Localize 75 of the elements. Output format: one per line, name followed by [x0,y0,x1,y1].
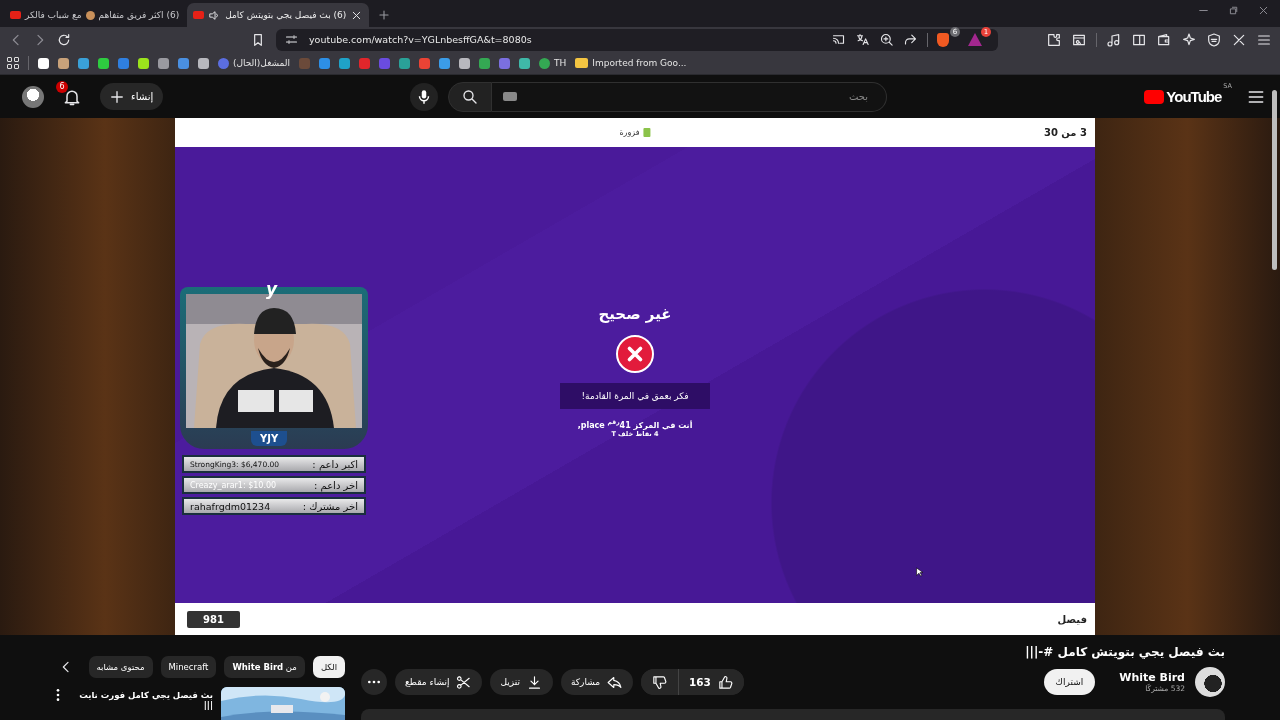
filter-chip[interactable]: الكل [312,656,345,678]
channel-avatar-icon[interactable] [1195,667,1225,697]
translate-icon[interactable] [855,32,870,47]
zoom-icon[interactable] [879,32,894,47]
tab-title: مع شباب فالكر [25,10,82,20]
notification-count: 6 [56,80,68,93]
tab-title: (6) بث فيصل يجي بتويتش كامل [225,10,347,20]
url-text: youtube.com/watch?v=YGLnbesffGA&t=8080s [309,34,532,45]
related-video-title[interactable]: بث فيصل يجي كامل فورت نايت ||| [74,690,213,710]
music-icon[interactable] [1106,31,1122,48]
search-field[interactable]: بحث [492,81,887,112]
site-settings-icon[interactable] [284,32,299,47]
avatar-icon[interactable] [22,85,44,108]
close-icon[interactable] [1257,4,1270,17]
subscribe-button[interactable]: اشتراك [1043,669,1096,695]
browser-tab[interactable]: (6) اكثر فريق متفاهم مع شباب فالكر [4,3,186,27]
sparkle-icon[interactable] [1181,31,1197,48]
question-type: فزورة [619,128,640,137]
apps-grid-icon[interactable] [7,57,19,69]
browser-tab[interactable]: (6) بث فيصل يجي بتويتش كامل [187,3,370,27]
more-button[interactable] [361,669,387,695]
bookmark-icon[interactable] [58,57,69,69]
overlay-logo: y [266,279,278,299]
stat-label: اخر داعم : [313,479,358,491]
keyboard-icon[interactable] [503,91,517,101]
cookie-icon [85,10,95,20]
thumbs-up-icon [716,673,734,691]
thumbs-down-icon [651,673,668,691]
youtube-play-icon [1144,89,1165,104]
overlay-banner: YJY [251,431,288,446]
question-counter: 3 من 30 [1043,127,1087,138]
youtube-favicon-icon [10,11,21,19]
result-title: غير صحيح [598,305,672,323]
filter-chip[interactable]: Minecraft [160,656,217,678]
channel-name[interactable]: White Bird [1119,671,1185,684]
stat-value: rahafrgdm01234 [190,500,271,512]
score-badge: 981 [187,610,240,628]
new-tab-icon[interactable] [377,8,392,22]
scissors-icon [455,673,473,691]
bookmark-icon[interactable] [198,57,209,69]
voice-search-button[interactable] [410,82,438,111]
search-icon [461,87,479,106]
feedback-message: فكر بعمق في المرة القادمة! [559,383,711,409]
shield-icon[interactable] [1206,31,1222,48]
share-button[interactable]: مشاركة [560,669,633,695]
bookmark-icon[interactable] [98,57,109,69]
video-title: بث فيصل يجي بتويتش كامل #-||| [1024,645,1225,659]
bookmark-icon[interactable] [519,57,530,69]
like-button[interactable]: 163 [678,669,744,695]
tab-title: (6) اكثر فريق متفاهم [98,10,180,20]
filter-chip[interactable]: محتوى مشابه [88,656,153,678]
player-name: فيصل [1057,613,1087,625]
scrollbar[interactable] [1272,90,1277,270]
create-button[interactable]: إنشاء [100,83,164,110]
clip-button[interactable]: إنشاء مقطع [395,669,483,695]
extensions-icon[interactable] [1046,31,1062,48]
search-button[interactable] [448,81,492,112]
logo-text: YouTube [1166,88,1222,105]
bookmark-link[interactable]: Imported from Goo... [575,58,687,68]
stat-value: Creazy_arar1: $10.00 [190,480,277,490]
cursor-icon [916,567,923,577]
bookmark-icon[interactable] [138,57,149,69]
cast-icon[interactable] [831,32,846,47]
bookmark-link[interactable]: TH [539,57,567,69]
share-icon[interactable] [903,32,918,47]
bookmark-icon[interactable] [459,57,470,69]
reload-icon[interactable] [56,31,72,48]
restore-icon[interactable] [1227,4,1240,17]
download-button[interactable]: تنزيل [490,669,553,695]
stat-label: اخر مشترك : [302,500,358,512]
wallet-icon[interactable] [1156,31,1172,48]
bookmark-icon[interactable] [38,57,49,69]
stat-label: اكبر داعم : [312,458,358,470]
bookmark-link[interactable]: المشغل(الحال) [218,57,290,69]
youtube-favicon-icon [193,11,205,19]
